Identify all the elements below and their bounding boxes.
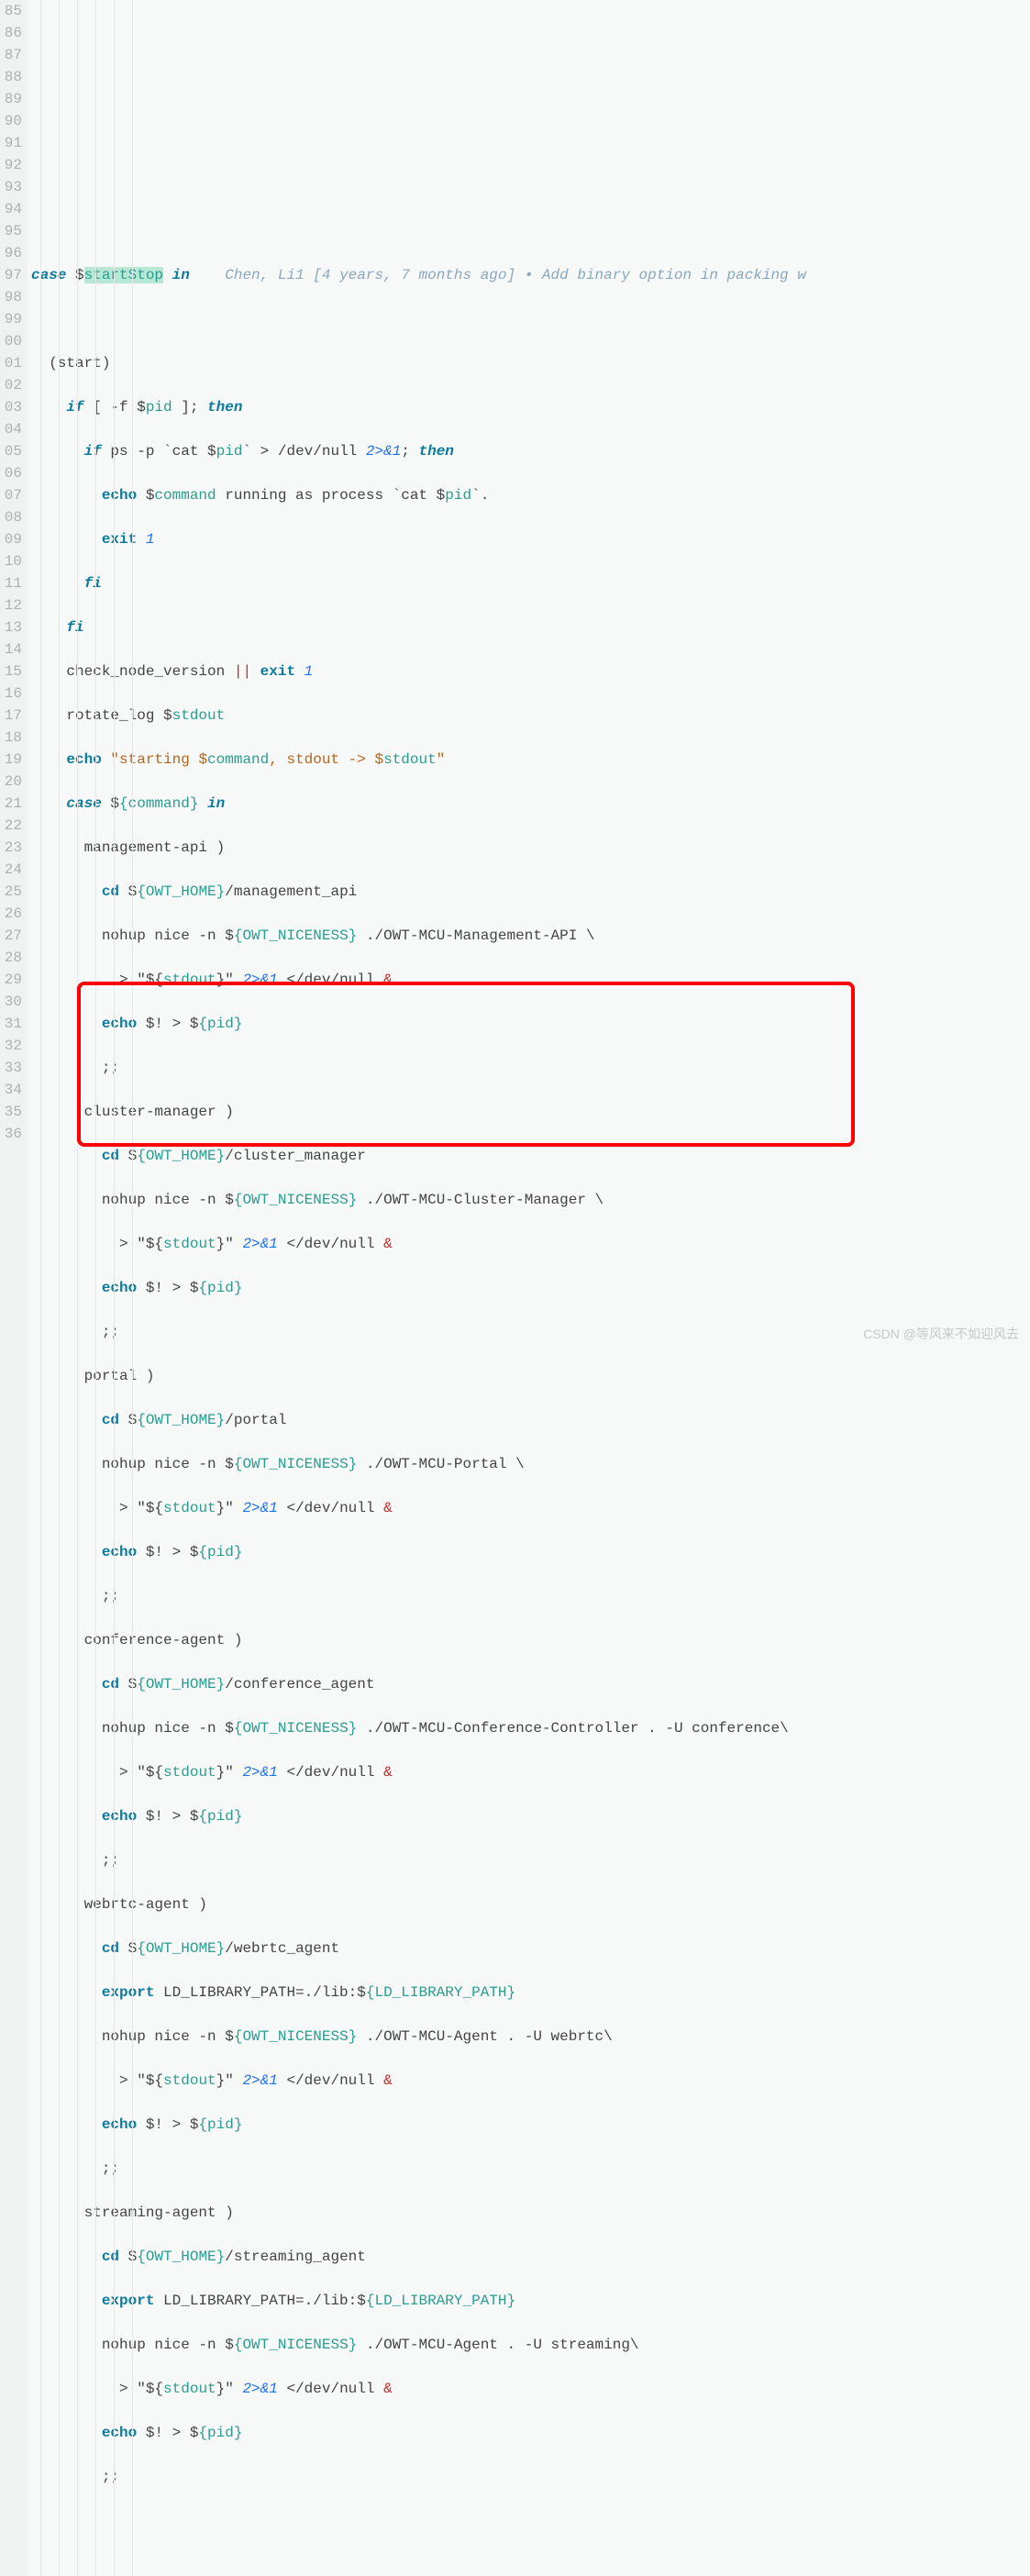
line-number: 12 [0,594,22,616]
line-number: 22 [0,815,22,837]
line-number: 15 [0,661,22,683]
line-number: 88 [0,66,22,88]
line-number: 32 [0,1035,22,1057]
line-number: 30 [0,991,22,1013]
line-number: 14 [0,638,22,661]
line-number: 13 [0,616,22,638]
line-number: 21 [0,793,22,815]
line-number: 24 [0,859,22,881]
case-label: streaming-agent ) [84,2204,234,2221]
line-number: 89 [0,88,22,110]
line-number: 20 [0,771,22,793]
case-label: management-api ) [84,839,226,856]
line-number: 05 [0,440,22,462]
line-number: 27 [0,925,22,947]
line-number: 07 [0,484,22,506]
line-number: 31 [0,1013,22,1035]
keyword-case: case [31,267,66,283]
code-area[interactable]: case $startStop in Chen, Li1 [4 years, 7… [28,0,806,2576]
git-blame-annotation: Chen, Li1 [4 years, 7 months ago] • Add … [225,267,806,283]
line-number: 98 [0,286,22,308]
line-number: 90 [0,110,22,132]
line-number: 29 [0,969,22,991]
line-number: 99 [0,308,22,330]
line-number: 03 [0,396,22,418]
line-number: 86 [0,22,22,44]
line-number: 02 [0,374,22,396]
keyword-in: in [172,267,190,283]
line-number: 01 [0,352,22,374]
line-number: 04 [0,418,22,440]
line-number: 26 [0,903,22,925]
line-number: 85 [0,0,22,22]
line-number: 91 [0,132,22,154]
code-editor[interactable]: 8586878889909192939495969798990001020304… [0,0,1030,2576]
line-number: 95 [0,220,22,242]
case-label: cluster-manager ) [84,1104,234,1120]
line-number: 00 [0,330,22,352]
line-number: 09 [0,528,22,550]
line-number: 06 [0,462,22,484]
line-number: 18 [0,727,22,749]
line-number: 16 [0,683,22,705]
line-number: 23 [0,837,22,859]
line-number: 35 [0,1101,22,1123]
line-number: 93 [0,176,22,198]
watermark: CSDN @等风来不如迎风去 [863,1323,1019,1345]
line-number: 17 [0,705,22,727]
case-label: webrtc-agent ) [84,1896,207,1913]
line-number: 96 [0,242,22,264]
line-number: 87 [0,44,22,66]
line-number: 97 [0,264,22,286]
line-number: 36 [0,1123,22,1145]
line-number: 34 [0,1079,22,1101]
line-number: 94 [0,198,22,220]
line-number: 19 [0,749,22,771]
line-number: 08 [0,506,22,528]
case-label: conference-agent ) [84,1632,243,1649]
line-number: 33 [0,1057,22,1079]
line-number: 25 [0,881,22,903]
line-number: 28 [0,947,22,969]
line-number: 10 [0,550,22,572]
line-number: 92 [0,154,22,176]
line-number-gutter: 8586878889909192939495969798990001020304… [0,0,28,2576]
line-number: 11 [0,572,22,594]
